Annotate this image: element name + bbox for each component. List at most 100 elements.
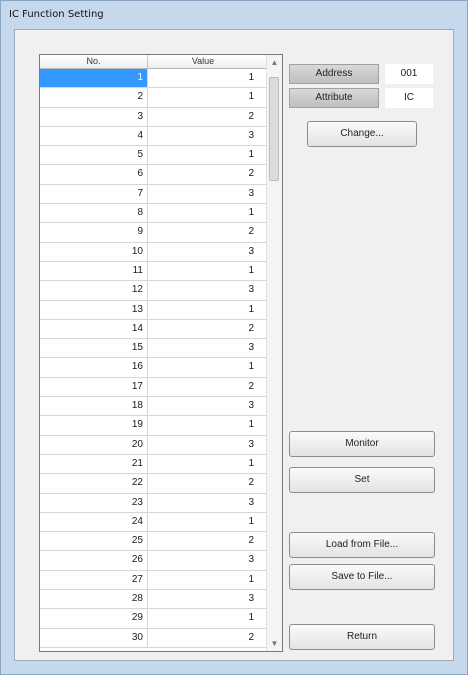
row-number-cell[interactable]: 25 [40, 532, 148, 551]
row-number-cell[interactable]: 23 [40, 493, 148, 512]
table-row[interactable]: 14 2 [40, 319, 266, 340]
row-value-cell[interactable]: 2 [148, 474, 258, 492]
row-value-cell[interactable]: 1 [148, 455, 258, 473]
row-number-cell[interactable]: 29 [40, 609, 148, 628]
row-number-cell[interactable]: 20 [40, 435, 148, 454]
table-row[interactable]: 29 1 [40, 609, 266, 629]
title-bar[interactable]: IC Function Setting [1, 1, 467, 29]
table-row[interactable]: 10 3 [40, 242, 266, 262]
row-number-cell[interactable]: 9 [40, 223, 148, 242]
row-value-cell[interactable]: 3 [148, 339, 258, 357]
row-value-cell[interactable]: 2 [148, 165, 258, 183]
row-value-cell[interactable]: 2 [148, 378, 258, 396]
table-row[interactable]: 25 2 [40, 532, 266, 552]
row-value-cell[interactable]: 1 [148, 609, 258, 627]
monitor-button[interactable]: Monitor [289, 431, 435, 457]
row-value-cell[interactable]: 3 [148, 590, 258, 608]
table-row[interactable]: 30 2 [40, 628, 266, 648]
scrollbar-thumb[interactable] [269, 77, 279, 181]
table-row[interactable]: 22 2 [40, 474, 266, 494]
row-value-cell[interactable]: 1 [148, 204, 258, 222]
row-number-cell[interactable]: 22 [40, 474, 148, 493]
table-row[interactable]: 21 1 [40, 454, 266, 475]
row-value-cell[interactable]: 3 [148, 281, 258, 299]
row-value-cell[interactable]: 3 [148, 494, 258, 512]
set-button[interactable]: Set [289, 467, 435, 493]
row-number-cell[interactable]: 28 [40, 590, 148, 609]
row-number-cell[interactable]: 15 [40, 339, 148, 358]
row-value-cell[interactable]: 1 [148, 571, 258, 589]
table-row[interactable]: 32 [40, 107, 266, 127]
table-row[interactable]: 12 3 [40, 281, 266, 301]
scroll-down-arrow-icon[interactable]: ▼ [267, 636, 282, 651]
function-table[interactable]: No. Value 1 1 2 1 3 2 4 3 5 1 6 2 7 3 8 1 9 2 10 3 11 1 12 3 13 1… [39, 54, 283, 652]
row-number-cell[interactable]: 8 [40, 204, 148, 223]
row-number-cell[interactable]: 30 [40, 628, 148, 647]
table-row[interactable]: 28 3 [40, 590, 266, 610]
table-row[interactable]: 13 1 [40, 300, 266, 320]
load-from-file-button[interactable]: Load from File... [289, 532, 435, 558]
table-row[interactable]: 43 [40, 126, 266, 147]
row-number-cell[interactable]: 5 [40, 146, 148, 165]
row-number-cell[interactable]: 24 [40, 512, 148, 532]
row-value-cell[interactable]: 1 [148, 262, 258, 280]
table-row[interactable]: 11 1 [40, 261, 266, 282]
table-row[interactable]: 20 3 [40, 435, 266, 455]
row-value-cell[interactable]: 1 [148, 146, 258, 164]
row-number-cell[interactable]: 26 [40, 551, 148, 570]
table-row[interactable]: 92 [40, 223, 266, 243]
row-value-cell[interactable]: 3 [148, 127, 258, 145]
table-row[interactable]: 19 1 [40, 416, 266, 436]
row-value-cell[interactable]: 1 [148, 513, 258, 531]
column-header-value[interactable]: Value [148, 55, 258, 68]
table-row[interactable]: 16 1 [40, 358, 266, 378]
table-row[interactable]: 26 3 [40, 551, 266, 571]
row-number-cell[interactable]: 10 [40, 242, 148, 261]
row-value-cell[interactable]: 1 [148, 301, 258, 319]
row-number-cell[interactable]: 19 [40, 416, 148, 435]
row-value-cell[interactable]: 3 [148, 185, 258, 203]
vertical-scrollbar[interactable]: ▲ ▼ [266, 55, 282, 651]
row-value-cell[interactable]: 1 [148, 69, 258, 87]
row-number-cell[interactable]: 7 [40, 184, 148, 204]
row-number-cell[interactable]: 18 [40, 397, 148, 416]
table-row[interactable]: 27 1 [40, 570, 266, 591]
table-row[interactable]: 51 [40, 146, 266, 166]
row-number-cell[interactable]: 14 [40, 319, 148, 339]
table-row[interactable]: 23 3 [40, 493, 266, 513]
row-number-cell[interactable]: 27 [40, 570, 148, 590]
row-value-cell[interactable]: 3 [148, 397, 258, 415]
row-value-cell[interactable]: 3 [148, 551, 258, 569]
table-row[interactable]: 24 1 [40, 512, 266, 533]
save-to-file-button[interactable]: Save to File... [289, 564, 435, 590]
row-number-cell[interactable]: 17 [40, 377, 148, 397]
row-number-cell[interactable]: 11 [40, 261, 148, 281]
table-row[interactable]: 18 3 [40, 397, 266, 417]
row-value-cell[interactable]: 1 [148, 416, 258, 434]
return-button[interactable]: Return [289, 624, 435, 650]
table-row[interactable]: 62 [40, 165, 266, 185]
row-number-cell[interactable]: 3 [40, 107, 148, 126]
row-number-cell[interactable]: 6 [40, 165, 148, 184]
row-number-cell[interactable]: 1 [40, 69, 148, 88]
table-row[interactable]: 81 [40, 204, 266, 224]
row-number-cell[interactable]: 13 [40, 300, 148, 319]
row-value-cell[interactable]: 2 [148, 629, 258, 647]
row-number-cell[interactable]: 12 [40, 281, 148, 300]
row-number-cell[interactable]: 16 [40, 358, 148, 377]
table-row[interactable]: 73 [40, 184, 266, 205]
row-value-cell[interactable]: 3 [148, 436, 258, 454]
row-value-cell[interactable]: 2 [148, 320, 258, 338]
scroll-up-arrow-icon[interactable]: ▲ [267, 55, 282, 70]
row-value-cell[interactable]: 1 [148, 358, 258, 376]
row-value-cell[interactable]: 2 [148, 532, 258, 550]
row-number-cell[interactable]: 2 [40, 88, 148, 107]
change-button[interactable]: Change... [307, 121, 417, 147]
row-value-cell[interactable]: 2 [148, 223, 258, 241]
table-row[interactable]: 21 [40, 88, 266, 108]
table-row[interactable]: 17 2 [40, 377, 266, 398]
row-value-cell[interactable]: 2 [148, 108, 258, 126]
column-header-no[interactable]: No. [40, 55, 148, 68]
row-value-cell[interactable]: 3 [148, 243, 258, 261]
table-row[interactable]: 15 3 [40, 339, 266, 359]
